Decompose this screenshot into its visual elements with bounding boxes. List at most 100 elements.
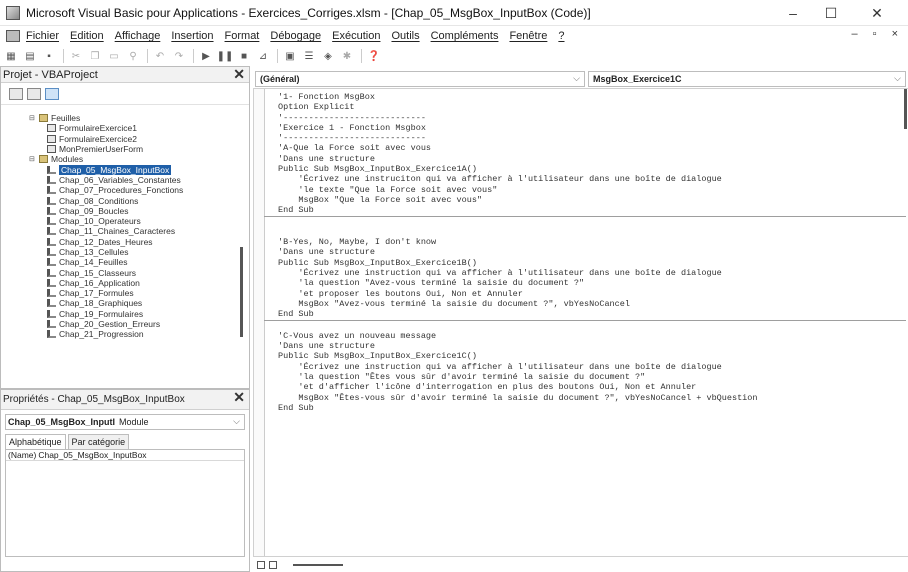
code-line[interactable]: End Sub (278, 309, 906, 319)
code-line[interactable]: MsgBox "Avez-vous terminé la saisie du d… (278, 299, 906, 309)
code-vertical-scrollbar[interactable] (902, 89, 908, 556)
toggle-folders-icon[interactable] (45, 87, 59, 100)
code-line[interactable]: '---------------------------- (278, 133, 906, 143)
menu-outils[interactable]: Outils (391, 30, 419, 42)
code-line[interactable]: Public Sub MsgBox_InputBox_Exercice1C() (278, 351, 906, 361)
code-line[interactable]: 'Dans une structure (278, 341, 906, 351)
code-line[interactable]: 'Écrivez une instruction qui va afficher… (278, 268, 906, 278)
code-horizontal-scrollbar[interactable] (293, 564, 343, 566)
tree-item-module[interactable]: Chap_09_Boucles (1, 206, 249, 216)
code-line[interactable]: 'B-Yes, No, Maybe, I don't know (278, 237, 906, 247)
toolbox-icon[interactable]: ✱ (340, 49, 354, 63)
code-line[interactable]: 'et proposer les boutons Oui, Non et Ann… (278, 289, 906, 299)
code-line[interactable]: 'et d'afficher l'icône d'interrogation e… (278, 382, 906, 392)
code-line[interactable] (278, 227, 906, 237)
procedure-combo[interactable]: MsgBox_Exercice1C ⌵ (588, 70, 906, 87)
tree-item-module[interactable]: Chap_15_Classeurs (1, 267, 249, 278)
tree-item-module[interactable]: Chap_21_Progression (1, 329, 249, 339)
code-line[interactable]: 'C-Vous avez un nouveau message (278, 331, 906, 341)
menu-edition[interactable]: Edition (70, 30, 104, 42)
code-line[interactable]: 'A-Que la Force soit avec vous (278, 143, 906, 153)
view-object-icon[interactable] (27, 87, 41, 100)
project-explorer-icon[interactable]: ▣ (283, 49, 297, 63)
scrollbar-thumb[interactable] (240, 247, 243, 337)
procedure-view-icon[interactable] (257, 560, 265, 569)
tree-item-module[interactable]: Chap_18_Graphiques (1, 298, 249, 308)
object-combo[interactable]: (Général) ⌵ (255, 70, 585, 87)
menu-execution[interactable]: Exécution (332, 30, 380, 42)
tree-item-module[interactable]: Chap_06_Variables_Constantes (1, 175, 249, 185)
code-line[interactable]: 'Dans une structure (278, 247, 906, 257)
code-line[interactable] (278, 321, 906, 331)
view-code-icon[interactable] (9, 87, 23, 100)
menu-complements[interactable]: Compléments (431, 30, 499, 42)
undo-icon[interactable]: ↶ (153, 49, 167, 63)
close-button[interactable]: ✕ (858, 0, 896, 26)
mdi-window-controls[interactable]: – ▫ × (851, 28, 904, 40)
tree-item-module[interactable]: Chap_20_Gestion_Erreurs (1, 319, 249, 329)
properties-object-select[interactable]: Chap_05_MsgBox_InputI Module ⌵ (5, 414, 245, 430)
menu-fenetre[interactable]: Fenêtre (509, 30, 547, 42)
tree-folder[interactable]: ⊟ Feuilles (1, 113, 249, 123)
tab-alphabetique[interactable]: Alphabétique (5, 434, 66, 449)
code-line[interactable]: 'Dans une structure (278, 154, 906, 164)
menu-help[interactable]: ? (558, 30, 564, 42)
code-line[interactable]: MsgBox "Que la Force soit avec vous" (278, 195, 906, 205)
tree-item-module[interactable]: Chap_07_Procedures_Fonctions (1, 185, 249, 195)
code-line[interactable]: 'Écrivez une instruciton qui va afficher… (278, 174, 906, 184)
cut-icon[interactable]: ✂ (69, 49, 83, 63)
code-editor[interactable]: '1- Fonction MsgBox Option Explicit '-----… (253, 89, 908, 556)
vbe-system-menu-icon[interactable] (6, 30, 20, 42)
collapse-icon[interactable]: ⊟ (29, 155, 37, 163)
design-mode-icon[interactable]: ⊿ (256, 49, 270, 63)
menu-fichier[interactable]: Fichier (26, 30, 59, 42)
break-icon[interactable]: ❚❚ (217, 49, 234, 63)
code-line[interactable]: '1- Fonction MsgBox (278, 92, 906, 102)
code-line[interactable]: 'Écrivez une instruction qui va afficher… (278, 362, 906, 372)
tree-item-form[interactable]: FormulaireExercice1 (1, 123, 249, 133)
reset-icon[interactable]: ■ (237, 49, 251, 63)
help-icon[interactable]: ❓ (367, 49, 381, 63)
menu-insertion[interactable]: Insertion (171, 30, 213, 42)
insert-object-icon[interactable]: ▤ (23, 49, 37, 63)
code-text[interactable]: '1- Fonction MsgBox Option Explicit '-----… (264, 92, 906, 413)
code-line[interactable]: End Sub (278, 403, 906, 413)
maximize-button[interactable]: ☐ (812, 0, 850, 26)
full-module-view-icon[interactable] (269, 560, 277, 569)
view-excel-icon[interactable]: ▦ (4, 49, 18, 63)
tree-item-module[interactable]: Chap_14_Feuilles (1, 257, 249, 267)
tree-item-module[interactable]: Chap_05_MsgBox_InputBox (1, 164, 249, 175)
redo-icon[interactable]: ↷ (172, 49, 186, 63)
code-line[interactable]: 'Exercice 1 - Fonction Msgbox (278, 123, 906, 133)
find-icon[interactable]: ⚲ (126, 49, 140, 63)
properties-window-icon[interactable]: ☰ (302, 49, 316, 63)
code-line[interactable]: Option Explicit (278, 102, 906, 112)
copy-icon[interactable]: ❐ (88, 49, 102, 63)
code-margin-indicator-bar[interactable] (254, 89, 265, 556)
save-icon[interactable]: ▪ (42, 49, 56, 63)
code-line[interactable]: Public Sub MsgBox_InputBox_Exercice1A() (278, 164, 906, 174)
project-tree-scrollbar[interactable] (237, 97, 247, 377)
tab-par-categorie[interactable]: Par catégorie (67, 434, 130, 449)
tree-item-form[interactable]: FormulaireExercice2 (1, 134, 249, 144)
object-browser-icon[interactable]: ◈ (321, 49, 335, 63)
menu-affichage[interactable]: Affichage (115, 30, 161, 42)
tree-item-module[interactable]: Chap_13_Cellules (1, 247, 249, 257)
minimize-button[interactable]: – (774, 0, 812, 26)
code-line[interactable]: '---------------------------- (278, 113, 906, 123)
properties-close-icon[interactable]: ✕ (233, 389, 245, 406)
tree-item-module[interactable]: Chap_16_Application (1, 278, 249, 288)
tree-item-module[interactable]: Chap_11_Chaines_Caracteres (1, 226, 249, 236)
menu-debogage[interactable]: Débogage (270, 30, 321, 42)
tree-item-form[interactable]: MonPremierUserForm (1, 144, 249, 154)
code-line[interactable] (278, 217, 906, 227)
paste-icon[interactable]: ▭ (107, 49, 121, 63)
tree-item-module[interactable]: Chap_10_Operateurs (1, 216, 249, 226)
tree-item-module[interactable]: Chap_08_Conditions (1, 195, 249, 206)
code-line[interactable]: 'le texte "Que la Force soit avec vous" (278, 185, 906, 195)
tree-folder[interactable]: ⊟ Modules (1, 154, 249, 164)
code-line[interactable]: End Sub (278, 205, 906, 215)
property-row[interactable]: (Name) Chap_05_MsgBox_InputBox (6, 450, 244, 461)
menu-format[interactable]: Format (225, 30, 260, 42)
code-line[interactable]: 'la question "Avez-vous terminé la saisi… (278, 278, 906, 288)
